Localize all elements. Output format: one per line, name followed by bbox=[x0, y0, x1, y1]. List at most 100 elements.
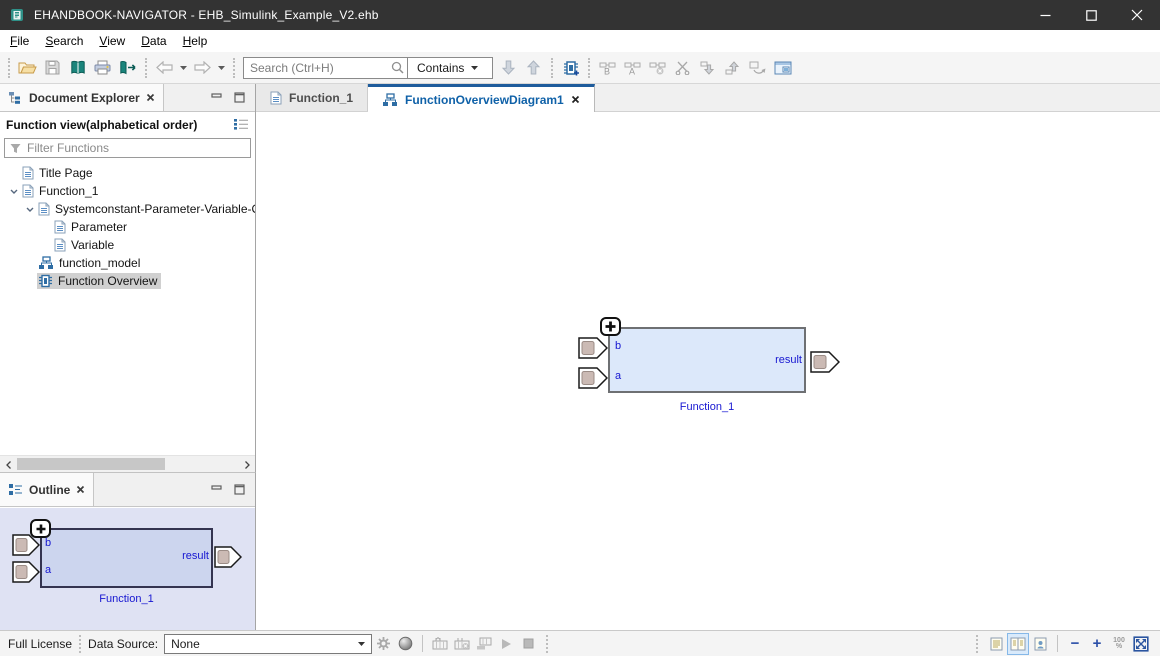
tree-item-variable[interactable]: Variable bbox=[0, 236, 255, 254]
maximize-view-icon[interactable] bbox=[234, 484, 245, 495]
tree-item-title-page[interactable]: Title Page bbox=[0, 164, 255, 182]
tree-item-label: Function_1 bbox=[39, 184, 98, 198]
export-block-icon[interactable] bbox=[720, 56, 745, 80]
outline-viewport[interactable]: b a result Function_1 bbox=[0, 508, 255, 630]
search-input[interactable] bbox=[244, 61, 387, 75]
tree-item-label: Title Page bbox=[39, 166, 93, 180]
search-icon bbox=[387, 61, 407, 74]
chevron-down-icon bbox=[358, 642, 365, 646]
maximize-button[interactable] bbox=[1068, 0, 1114, 30]
license-status: Full License bbox=[8, 637, 72, 651]
close-icon[interactable] bbox=[146, 93, 155, 102]
tab-label: FunctionOverviewDiagram1 bbox=[405, 93, 564, 107]
output-label-result: result bbox=[168, 550, 209, 562]
data-sphere-icon[interactable] bbox=[394, 633, 416, 655]
tree-item-systemconstant[interactable]: Systemconstant-Parameter-Variable-Overvi… bbox=[0, 200, 255, 218]
scroll-right-icon[interactable] bbox=[239, 456, 255, 473]
match-mode-dropdown[interactable]: Contains bbox=[408, 61, 492, 75]
editor-area: Function_1 FunctionOverviewDiagram1 b a … bbox=[256, 84, 1160, 630]
outline-tab[interactable]: Outline bbox=[0, 473, 94, 506]
handbook-icon[interactable] bbox=[65, 56, 90, 80]
chevron-expanded-icon[interactable] bbox=[22, 207, 37, 212]
input-label-a: a bbox=[615, 370, 621, 382]
start-visualization-icon[interactable] bbox=[495, 633, 517, 655]
forward-dropdown-icon[interactable] bbox=[215, 56, 228, 80]
status-bar: Full License Data Source: None bbox=[0, 630, 1160, 656]
search-down-icon[interactable] bbox=[496, 56, 521, 80]
tree-item-function-overview[interactable]: Function Overview bbox=[0, 272, 255, 290]
scrollbar-thumb[interactable] bbox=[17, 458, 165, 470]
tree-item-label: Function Overview bbox=[58, 274, 157, 288]
diagram-canvas[interactable]: b a result Function_1 bbox=[256, 112, 1160, 630]
single-page-view-icon[interactable] bbox=[985, 633, 1007, 655]
minimize-button[interactable] bbox=[1022, 0, 1068, 30]
measurement-3-icon[interactable] bbox=[473, 633, 495, 655]
remove-block-icon[interactable] bbox=[645, 56, 670, 80]
editor-tabbar: Function_1 FunctionOverviewDiagram1 bbox=[256, 84, 1160, 112]
cut-icon[interactable] bbox=[670, 56, 695, 80]
filter-functions-box bbox=[4, 138, 251, 158]
document-explorer-tab[interactable]: Document Explorer bbox=[0, 84, 164, 111]
block-a-icon[interactable]: A bbox=[620, 56, 645, 80]
back-icon[interactable] bbox=[152, 56, 177, 80]
import-block-icon[interactable] bbox=[695, 56, 720, 80]
close-icon[interactable] bbox=[76, 485, 85, 494]
zoom-in-button[interactable]: + bbox=[1086, 633, 1108, 655]
data-source-select[interactable]: None bbox=[164, 634, 372, 654]
save-icon[interactable] bbox=[40, 56, 65, 80]
menu-data[interactable]: Data bbox=[135, 32, 176, 51]
outline-output-port[interactable] bbox=[214, 546, 242, 568]
outline-input-port-a[interactable] bbox=[12, 561, 40, 583]
export-handbook-icon[interactable] bbox=[115, 56, 140, 80]
block-b-icon[interactable]: B bbox=[595, 56, 620, 80]
menu-file[interactable]: File bbox=[4, 32, 39, 51]
outline-input-port-b[interactable] bbox=[12, 534, 40, 556]
open-in-window-icon[interactable] bbox=[770, 56, 795, 80]
split-view-icon[interactable] bbox=[1007, 633, 1029, 655]
menu-bar: File Search View Data Help bbox=[0, 30, 1160, 52]
print-icon[interactable] bbox=[90, 56, 115, 80]
menu-view[interactable]: View bbox=[93, 32, 135, 51]
extract-block-icon[interactable] bbox=[745, 56, 770, 80]
expand-block-icon[interactable] bbox=[600, 317, 621, 336]
back-dropdown-icon[interactable] bbox=[177, 56, 190, 80]
output-port-result[interactable] bbox=[810, 351, 840, 373]
stop-visualization-icon[interactable] bbox=[517, 633, 539, 655]
horizontal-scrollbar[interactable] bbox=[0, 455, 255, 472]
tree-item-parameter[interactable]: Parameter bbox=[0, 218, 255, 236]
block-caption: Function_1 bbox=[608, 401, 806, 413]
document-icon bbox=[22, 184, 34, 198]
zoom-out-button[interactable]: − bbox=[1064, 633, 1086, 655]
filter-functions-input[interactable] bbox=[27, 141, 245, 155]
maximize-view-icon[interactable] bbox=[234, 92, 245, 103]
tree-item-function-1[interactable]: Function_1 bbox=[0, 182, 255, 200]
input-port-a[interactable] bbox=[578, 367, 608, 389]
tree-item-function-model[interactable]: function_model bbox=[0, 254, 255, 272]
measurement-1-icon[interactable] bbox=[429, 633, 451, 655]
settings-gear-icon[interactable] bbox=[372, 633, 394, 655]
document-icon bbox=[270, 91, 282, 105]
toolbar-separator bbox=[588, 58, 590, 78]
menu-search[interactable]: Search bbox=[39, 32, 93, 51]
minimize-view-icon[interactable] bbox=[211, 93, 222, 102]
view-menu-icon[interactable] bbox=[233, 118, 249, 133]
chevron-expanded-icon[interactable] bbox=[6, 189, 21, 194]
measurement-2-icon[interactable] bbox=[451, 633, 473, 655]
detail-view-icon[interactable] bbox=[1029, 633, 1051, 655]
minimize-view-icon[interactable] bbox=[211, 485, 222, 494]
zoom-100-icon[interactable]: 100 % bbox=[1108, 633, 1130, 655]
window-title: EHANDBOOK-NAVIGATOR - EHB_Simulink_Examp… bbox=[34, 8, 379, 22]
forward-icon[interactable] bbox=[190, 56, 215, 80]
function-overview-icon bbox=[38, 274, 53, 288]
search-up-icon[interactable] bbox=[521, 56, 546, 80]
tab-function-overview-diagram[interactable]: FunctionOverviewDiagram1 bbox=[368, 84, 595, 112]
close-button[interactable] bbox=[1114, 0, 1160, 30]
fit-to-screen-icon[interactable] bbox=[1130, 633, 1152, 655]
close-icon[interactable] bbox=[571, 95, 580, 104]
scroll-left-icon[interactable] bbox=[0, 456, 16, 473]
input-port-b[interactable] bbox=[578, 337, 608, 359]
open-handbook-icon[interactable] bbox=[15, 56, 40, 80]
tab-function-1[interactable]: Function_1 bbox=[256, 84, 368, 111]
menu-help[interactable]: Help bbox=[177, 32, 218, 51]
function-overview-icon[interactable] bbox=[558, 56, 583, 80]
